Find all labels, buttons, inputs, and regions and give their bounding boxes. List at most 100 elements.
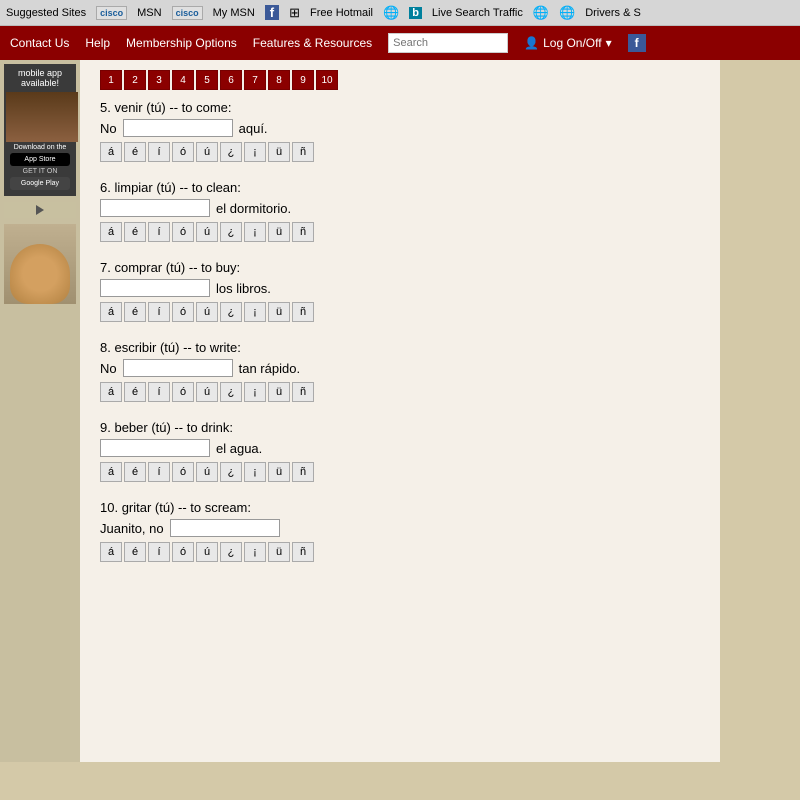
char-button[interactable]: ó	[172, 302, 194, 322]
features-link[interactable]: Features & Resources	[253, 36, 372, 50]
char-button[interactable]: ¿	[220, 302, 242, 322]
exercise-label: 10. gritar (tú) -- to scream:	[100, 500, 700, 515]
globe-icon-2: 🌐	[533, 5, 549, 21]
char-button[interactable]: é	[124, 542, 146, 562]
live-search-link[interactable]: Live Search Traffic	[432, 7, 523, 19]
char-button[interactable]: ¡	[244, 382, 266, 402]
char-button[interactable]: ¿	[220, 462, 242, 482]
play-triangle-icon	[36, 205, 44, 215]
char-button[interactable]: ü	[268, 462, 290, 482]
char-button[interactable]: á	[100, 302, 122, 322]
facebook-nav-icon[interactable]: f	[628, 34, 646, 52]
char-button[interactable]: ¿	[220, 142, 242, 162]
char-button[interactable]: ü	[268, 222, 290, 242]
get-it-on-text: GET IT ON	[6, 168, 74, 175]
exercise-answer-input[interactable]	[123, 119, 233, 137]
page-btn-7[interactable]: 7	[244, 70, 266, 90]
char-button[interactable]: é	[124, 302, 146, 322]
char-button[interactable]: ú	[196, 542, 218, 562]
membership-link[interactable]: Membership Options	[126, 36, 237, 50]
facebook-bookmark-icon[interactable]: f	[265, 5, 279, 20]
char-button[interactable]: é	[124, 222, 146, 242]
char-button[interactable]: ó	[172, 222, 194, 242]
exercise-item: 8. escribir (tú) -- to write:Notan rápid…	[100, 340, 700, 402]
google-play-label: Google Play	[12, 180, 68, 187]
char-button[interactable]: ñ	[292, 142, 314, 162]
char-button[interactable]: ¡	[244, 462, 266, 482]
my-msn-link[interactable]: My MSN	[213, 7, 255, 19]
char-button[interactable]: ñ	[292, 462, 314, 482]
char-button[interactable]: í	[148, 462, 170, 482]
char-button[interactable]: ó	[172, 382, 194, 402]
exercise-answer-input[interactable]	[170, 519, 280, 537]
char-button[interactable]: á	[100, 142, 122, 162]
char-button[interactable]: á	[100, 462, 122, 482]
page-btn-3[interactable]: 3	[148, 70, 170, 90]
msn-link[interactable]: MSN	[137, 7, 161, 19]
page-btn-2[interactable]: 2	[124, 70, 146, 90]
char-button[interactable]: ó	[172, 542, 194, 562]
exercise-suffix: los libros.	[216, 281, 271, 296]
page-btn-4[interactable]: 4	[172, 70, 194, 90]
char-buttons-row: áéíóú¿¡üñ	[100, 142, 700, 162]
char-button[interactable]: ú	[196, 302, 218, 322]
google-play-button[interactable]: Google Play	[10, 177, 70, 190]
char-button[interactable]: á	[100, 542, 122, 562]
play-button-area[interactable]	[4, 202, 76, 218]
login-button[interactable]: 👤 Log On/Off ▾	[524, 36, 611, 50]
char-button[interactable]: ¡	[244, 542, 266, 562]
char-button[interactable]: ¡	[244, 302, 266, 322]
char-button[interactable]: ¿	[220, 222, 242, 242]
char-button[interactable]: ú	[196, 462, 218, 482]
char-button[interactable]: é	[124, 382, 146, 402]
page-btn-10[interactable]: 10	[316, 70, 338, 90]
contact-link[interactable]: Contact Us	[10, 36, 69, 50]
page-btn-1[interactable]: 1	[100, 70, 122, 90]
char-button[interactable]: á	[100, 382, 122, 402]
char-button[interactable]: í	[148, 382, 170, 402]
hotmail-link[interactable]: Free Hotmail	[310, 7, 373, 19]
page-btn-5[interactable]: 5	[196, 70, 218, 90]
char-button[interactable]: í	[148, 142, 170, 162]
char-button[interactable]: í	[148, 302, 170, 322]
char-button[interactable]: í	[148, 222, 170, 242]
char-button[interactable]: ¡	[244, 222, 266, 242]
char-button[interactable]: ñ	[292, 542, 314, 562]
drivers-link[interactable]: Drivers & S	[585, 7, 641, 19]
dog-image	[4, 224, 76, 304]
char-button[interactable]: í	[148, 542, 170, 562]
app-store-button[interactable]: App Store	[10, 153, 70, 166]
char-button[interactable]: ü	[268, 542, 290, 562]
exercise-item: 6. limpiar (tú) -- to clean:el dormitori…	[100, 180, 700, 242]
char-button[interactable]: ñ	[292, 222, 314, 242]
exercise-answer-input[interactable]	[100, 279, 210, 297]
char-button[interactable]: ñ	[292, 302, 314, 322]
char-button[interactable]: ¡	[244, 142, 266, 162]
char-button[interactable]: á	[100, 222, 122, 242]
help-link[interactable]: Help	[85, 36, 110, 50]
exercise-answer-input[interactable]	[123, 359, 233, 377]
page-btn-6[interactable]: 6	[220, 70, 242, 90]
app-ad-box: mobile app available! Download on the Ap…	[4, 64, 76, 196]
char-button[interactable]: ñ	[292, 382, 314, 402]
windows-icon: ⊞	[289, 5, 300, 21]
char-button[interactable]: ú	[196, 142, 218, 162]
char-button[interactable]: ü	[268, 142, 290, 162]
page-btn-8[interactable]: 8	[268, 70, 290, 90]
search-input[interactable]	[388, 33, 508, 53]
left-sidebar: mobile app available! Download on the Ap…	[0, 60, 80, 762]
char-button[interactable]: ó	[172, 462, 194, 482]
char-button[interactable]: é	[124, 462, 146, 482]
exercise-answer-input[interactable]	[100, 439, 210, 457]
page-btn-9[interactable]: 9	[292, 70, 314, 90]
char-button[interactable]: ¿	[220, 382, 242, 402]
char-button[interactable]: ú	[196, 222, 218, 242]
exercise-answer-input[interactable]	[100, 199, 210, 217]
char-button[interactable]: ¿	[220, 542, 242, 562]
char-button[interactable]: é	[124, 142, 146, 162]
char-button[interactable]: ü	[268, 382, 290, 402]
char-button[interactable]: ó	[172, 142, 194, 162]
char-button[interactable]: ú	[196, 382, 218, 402]
char-button[interactable]: ü	[268, 302, 290, 322]
pagination-row: 1 2 3 4 5 6 7 8 9 10	[100, 70, 700, 90]
